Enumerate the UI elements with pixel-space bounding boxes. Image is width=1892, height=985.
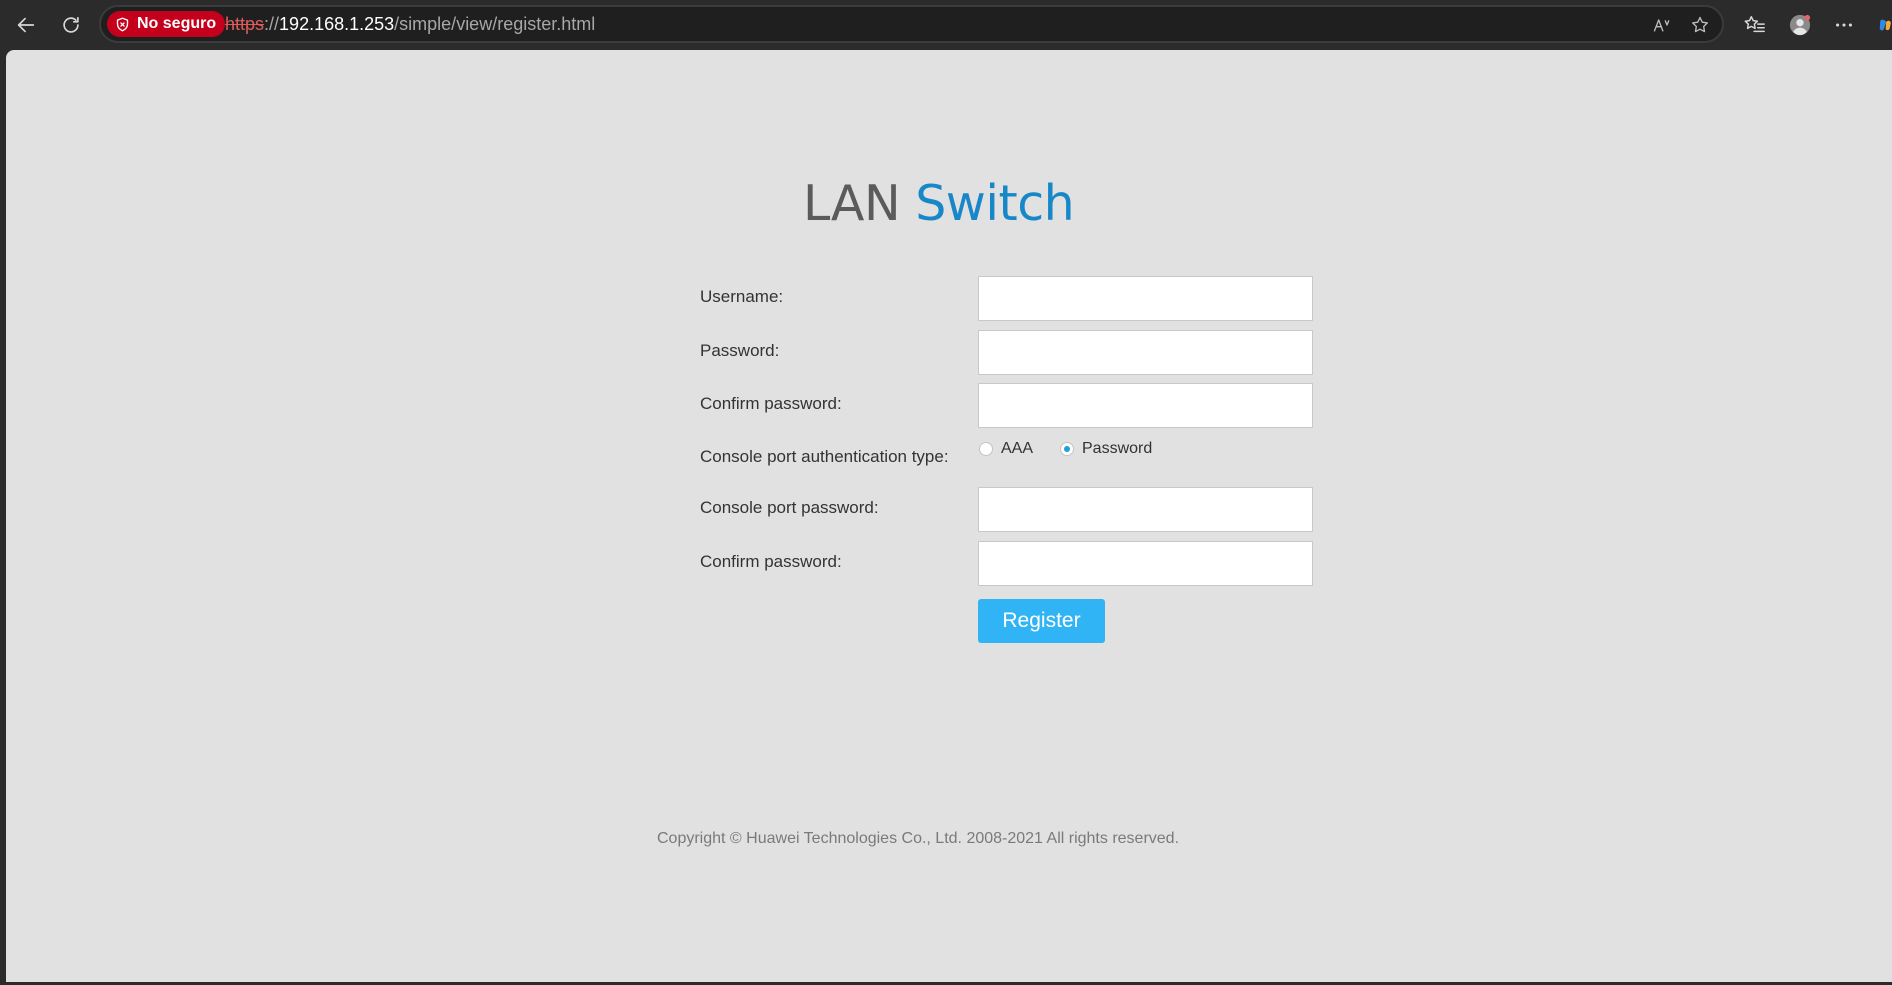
star-icon bbox=[1692, 16, 1708, 33]
address-bar[interactable]: No seguro https://192.168.1.253/simple/v… bbox=[99, 5, 1724, 43]
password-radio-label: Password bbox=[1082, 440, 1153, 457]
logo-switch-text: Switch bbox=[915, 175, 1075, 232]
more-options-button[interactable] bbox=[1828, 9, 1860, 41]
browser-toolbar: No seguro https://192.168.1.253/simple/v… bbox=[0, 0, 1892, 50]
favorites-list-icon bbox=[1744, 16, 1765, 33]
password-radio[interactable] bbox=[1060, 442, 1074, 456]
username-label: Username: bbox=[700, 287, 784, 306]
username-input[interactable] bbox=[978, 276, 1313, 321]
avatar-icon bbox=[1789, 14, 1811, 36]
shield-warning-icon bbox=[116, 17, 129, 31]
security-warning-chip[interactable]: No seguro bbox=[107, 11, 226, 37]
more-dots-icon bbox=[1836, 23, 1852, 27]
copilot-icon bbox=[1879, 19, 1891, 31]
copyright-text: Copyright © Huawei Technologies Co., Ltd… bbox=[657, 830, 1180, 847]
back-button[interactable] bbox=[8, 7, 44, 43]
back-arrow-icon bbox=[17, 17, 35, 33]
console-password-label: Console port password: bbox=[700, 498, 879, 517]
console-password-input[interactable] bbox=[978, 487, 1313, 532]
aaa-radio-label: AAA bbox=[1001, 440, 1034, 457]
reload-button[interactable] bbox=[53, 7, 89, 43]
console-auth-type-label: Console port authentication type: bbox=[700, 447, 949, 466]
url-separator: :// bbox=[264, 14, 280, 34]
password-label: Password: bbox=[700, 341, 780, 360]
lan-switch-logo: LAN Switch bbox=[803, 175, 1075, 232]
url-path: /simple/view/register.html bbox=[394, 14, 596, 34]
url-host: 192.168.1.253 bbox=[279, 14, 395, 34]
read-aloud-icon bbox=[1653, 19, 1670, 32]
copilot-button[interactable] bbox=[1870, 9, 1892, 41]
logo-lan-text: LAN bbox=[803, 175, 901, 232]
aaa-radio[interactable] bbox=[979, 442, 993, 456]
page-viewport: LAN Switch Username: Password: Confirm p… bbox=[6, 50, 1892, 982]
confirm-password-input[interactable] bbox=[978, 383, 1313, 428]
security-warning-label: No seguro bbox=[137, 15, 217, 32]
reload-icon bbox=[63, 16, 79, 33]
favorites-button[interactable] bbox=[1739, 9, 1771, 41]
auth-type-aaa-option[interactable]: AAA bbox=[979, 438, 1033, 460]
read-aloud-button[interactable] bbox=[1649, 12, 1675, 38]
auth-type-password-option[interactable]: Password bbox=[1060, 438, 1152, 460]
register-button[interactable]: Register bbox=[978, 599, 1105, 643]
profile-button[interactable] bbox=[1784, 9, 1816, 41]
url-scheme: https bbox=[225, 14, 265, 34]
url-text[interactable]: https://192.168.1.253/simple/view/regist… bbox=[225, 7, 595, 41]
console-confirm-password-label: Confirm password: bbox=[700, 552, 842, 571]
console-confirm-password-input[interactable] bbox=[978, 541, 1313, 586]
password-input[interactable] bbox=[978, 330, 1313, 375]
favorite-button[interactable] bbox=[1687, 12, 1713, 38]
confirm-password-label: Confirm password: bbox=[700, 394, 842, 413]
